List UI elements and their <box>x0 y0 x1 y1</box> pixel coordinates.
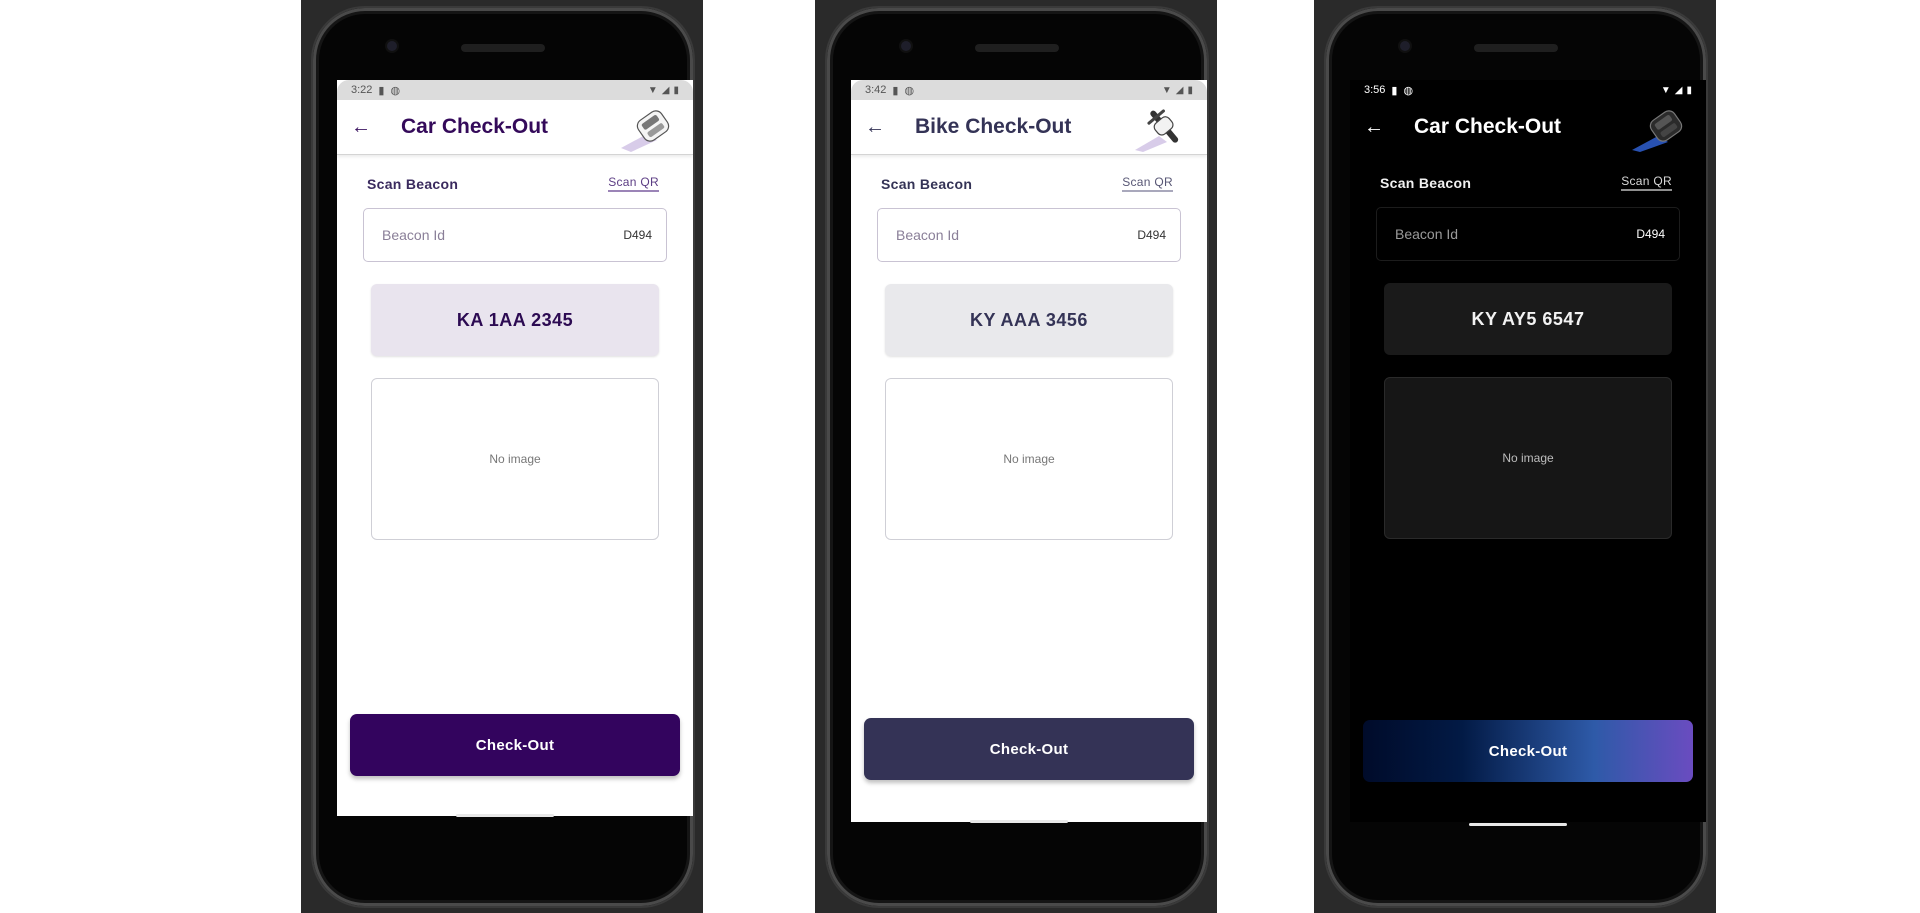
license-plate-display: KY AY5 6547 <box>1384 283 1672 355</box>
no-image-label: No image <box>1502 451 1554 465</box>
back-arrow-icon[interactable]: ← <box>351 116 375 139</box>
signal-icon: ◢ <box>661 84 670 96</box>
back-arrow-icon[interactable]: ← <box>865 116 889 139</box>
status-bar: 3:22 ▮ ◍ ▼ ◢ ▮ <box>337 80 693 100</box>
sd-card-icon: ▮ <box>1391 84 1398 97</box>
earpiece-speaker <box>461 44 545 52</box>
beacon-id-input[interactable] <box>1393 225 1597 243</box>
app-bar: ← Bike Check-Out <box>851 100 1207 155</box>
scan-qr-link[interactable]: Scan QR <box>1621 174 1672 191</box>
vehicle-image-placeholder[interactable]: No image <box>371 378 659 540</box>
app-screen: 3:42 ▮ ◍ ▼ ◢ ▮ ← Bike Check-Out Scan Bea… <box>851 80 1207 822</box>
scan-qr-link[interactable]: Scan QR <box>1122 175 1173 192</box>
phone-frame: 3:56 ▮ ◍ ▼ ◢ ▮ ← Car Check-Out Scan Beac… <box>1326 8 1706 906</box>
front-camera <box>1400 41 1410 51</box>
checkout-button[interactable]: Check-Out <box>350 714 680 776</box>
wifi-icon: ▼ <box>647 84 658 96</box>
status-time: 3:22 <box>351 84 373 96</box>
notification-icon: ◍ <box>1403 84 1414 97</box>
beacon-id-input[interactable] <box>894 226 1098 244</box>
license-plate-display: KY AAA 3456 <box>885 284 1173 356</box>
beacon-id-field[interactable]: D494 <box>877 208 1181 262</box>
beacon-id-input[interactable] <box>380 226 584 244</box>
notification-icon: ◍ <box>390 84 401 97</box>
battery-icon: ▮ <box>1686 84 1692 96</box>
signal-icon: ◢ <box>1674 84 1683 96</box>
vehicle-image-placeholder[interactable]: No image <box>885 378 1173 540</box>
status-time: 3:42 <box>865 84 887 96</box>
scan-beacon-label: Scan Beacon <box>1380 174 1472 191</box>
sd-card-icon: ▮ <box>892 84 899 97</box>
phone-frame: 3:22 ▮ ◍ ▼ ◢ ▮ ← Car Check-Out Scan Beac… <box>313 8 693 906</box>
front-camera <box>901 41 911 51</box>
battery-icon: ▮ <box>673 84 679 96</box>
page-title: Bike Check-Out <box>915 115 1072 138</box>
scan-beacon-label: Scan Beacon <box>881 175 973 192</box>
wifi-icon: ▼ <box>1660 84 1671 96</box>
beacon-id-value: D494 <box>623 228 652 242</box>
car-icon <box>1632 110 1683 152</box>
home-indicator[interactable] <box>1469 823 1567 826</box>
status-time: 3:56 <box>1364 84 1386 96</box>
scan-beacon-label: Scan Beacon <box>367 175 459 192</box>
battery-icon: ▮ <box>1187 84 1193 96</box>
app-bar: ← Car Check-Out <box>1350 100 1706 154</box>
phone-frame: 3:42 ▮ ◍ ▼ ◢ ▮ ← Bike Check-Out Scan Bea… <box>827 8 1207 906</box>
page-title: Car Check-Out <box>401 115 549 138</box>
status-bar: 3:42 ▮ ◍ ▼ ◢ ▮ <box>851 80 1207 100</box>
back-arrow-icon[interactable]: ← <box>1364 116 1388 139</box>
beacon-id-value: D494 <box>1636 227 1665 241</box>
beacon-id-value: D494 <box>1137 228 1166 242</box>
signal-icon: ◢ <box>1175 84 1184 96</box>
beacon-id-field[interactable]: D494 <box>1376 207 1680 261</box>
home-indicator[interactable] <box>456 814 554 817</box>
no-image-label: No image <box>489 452 541 466</box>
device-bike-light: 3:42 ▮ ◍ ▼ ◢ ▮ ← Bike Check-Out Scan Bea… <box>815 0 1217 913</box>
earpiece-speaker <box>1474 44 1558 52</box>
device-car-light: 3:22 ▮ ◍ ▼ ◢ ▮ ← Car Check-Out Scan Beac… <box>301 0 703 913</box>
no-image-label: No image <box>1003 452 1055 466</box>
license-plate-display: KA 1AA 2345 <box>371 284 659 356</box>
checkout-button[interactable]: Check-Out <box>864 718 1194 780</box>
device-car-dark: 3:56 ▮ ◍ ▼ ◢ ▮ ← Car Check-Out Scan Beac… <box>1314 0 1716 913</box>
earpiece-speaker <box>975 44 1059 52</box>
home-indicator[interactable] <box>970 820 1068 823</box>
front-camera <box>387 41 397 51</box>
vehicle-image-placeholder[interactable]: No image <box>1384 377 1672 539</box>
status-bar: 3:56 ▮ ◍ ▼ ◢ ▮ <box>1350 80 1706 100</box>
notification-icon: ◍ <box>904 84 915 97</box>
wifi-icon: ▼ <box>1161 84 1172 96</box>
sd-card-icon: ▮ <box>378 84 385 97</box>
page-title: Car Check-Out <box>1414 115 1562 138</box>
bike-icon <box>1135 109 1179 152</box>
app-screen: 3:22 ▮ ◍ ▼ ◢ ▮ ← Car Check-Out Scan Beac… <box>337 80 693 816</box>
scan-qr-link[interactable]: Scan QR <box>608 175 659 192</box>
app-screen: 3:56 ▮ ◍ ▼ ◢ ▮ ← Car Check-Out Scan Beac… <box>1350 80 1706 822</box>
car-icon <box>621 110 670 152</box>
checkout-button[interactable]: Check-Out <box>1363 720 1693 782</box>
app-bar: ← Car Check-Out <box>337 100 693 155</box>
beacon-id-field[interactable]: D494 <box>363 208 667 262</box>
